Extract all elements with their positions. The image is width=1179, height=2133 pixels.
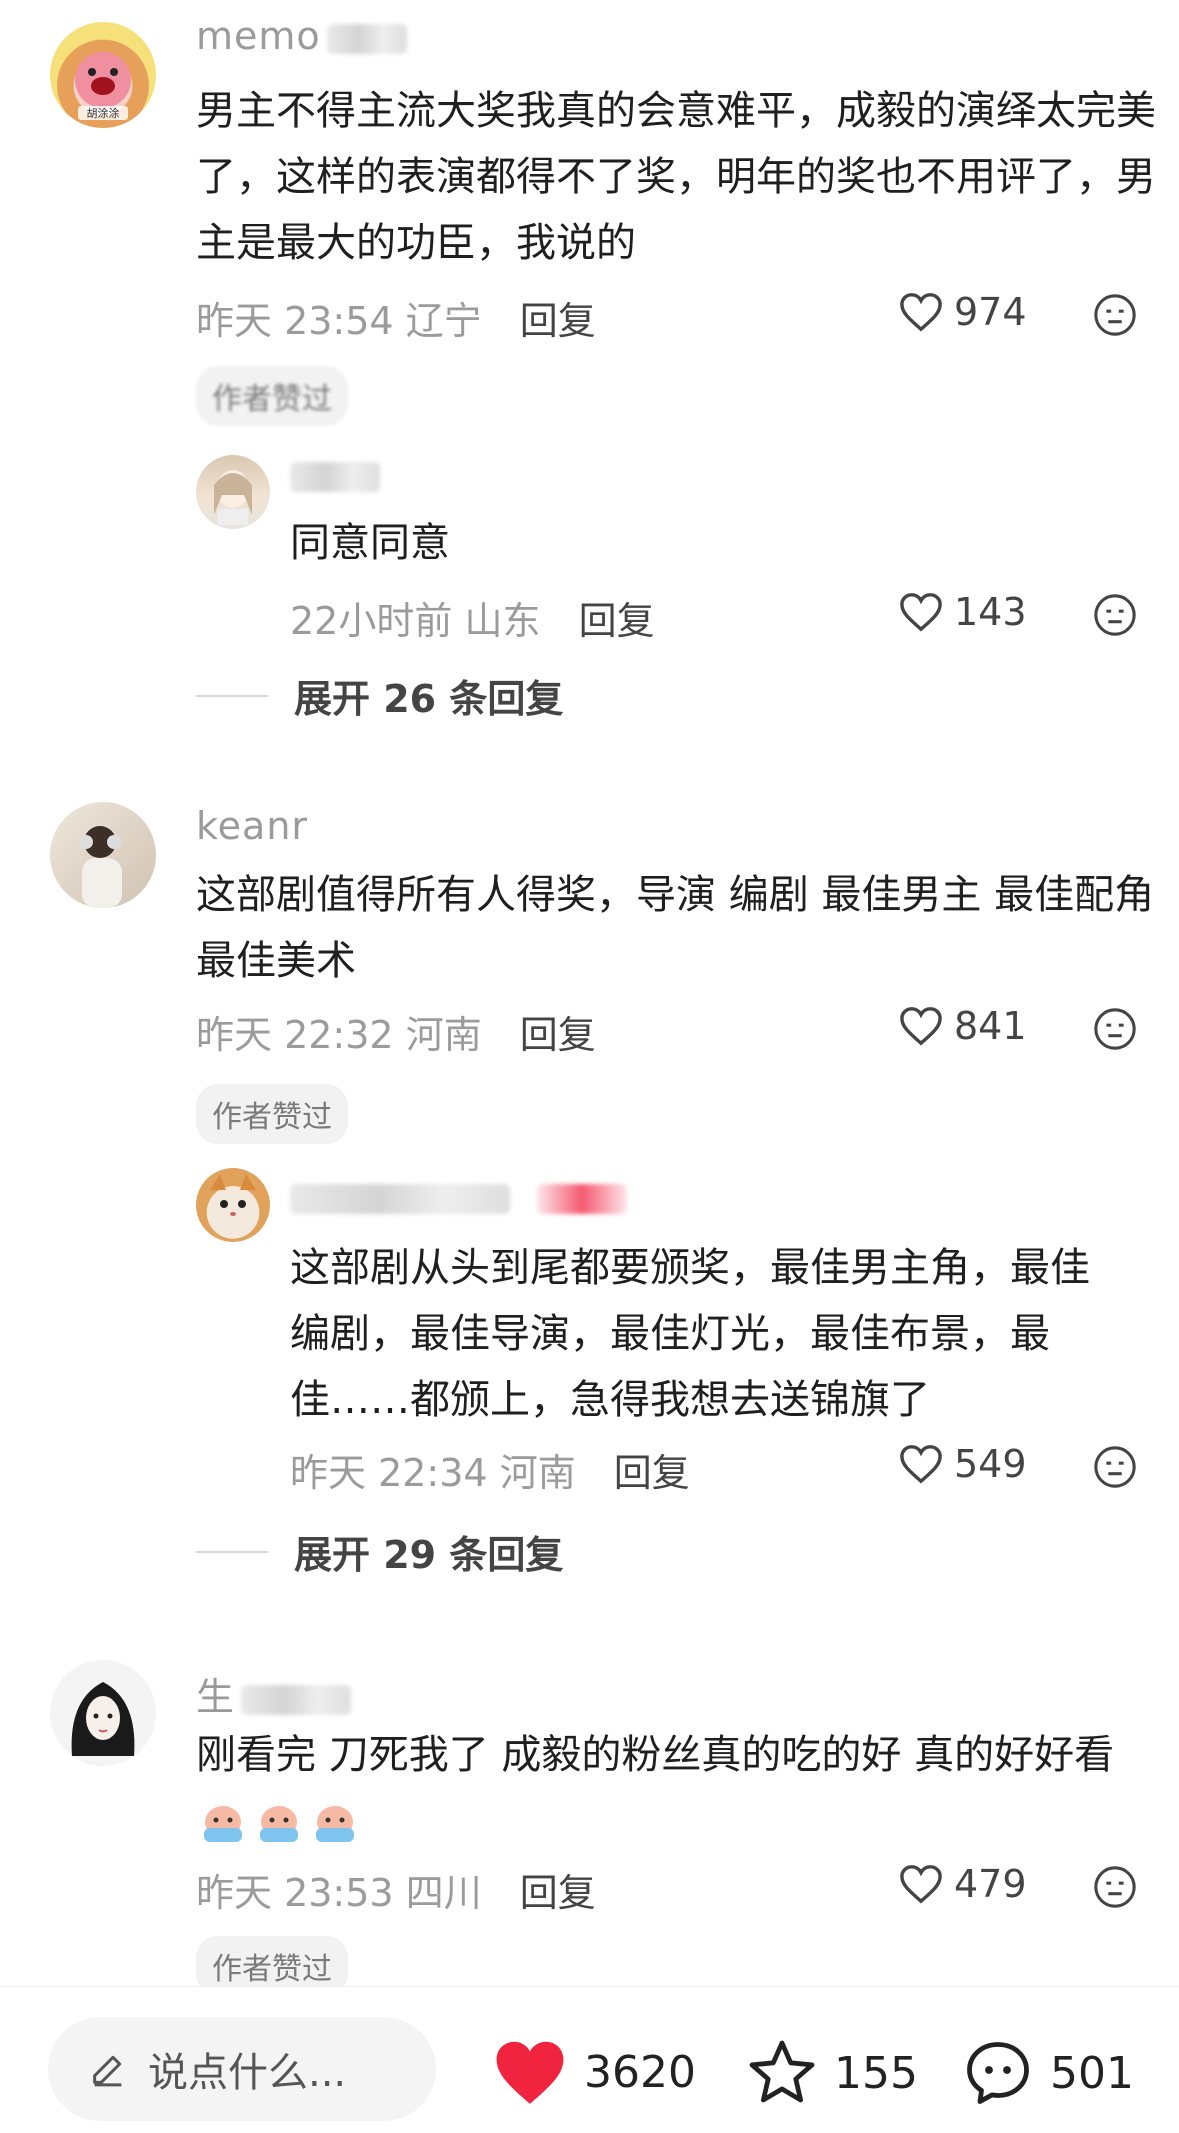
comments-button[interactable]: 501 — [960, 2037, 1134, 2109]
blurred-badge — [537, 1183, 628, 1214]
username[interactable]: 生 — [196, 1666, 352, 1721]
username[interactable]: memo — [196, 14, 407, 58]
username-text: memo — [196, 14, 321, 58]
like-button[interactable]: 841 — [898, 1004, 1027, 1048]
reply-button[interactable]: 回复 — [614, 1451, 690, 1495]
like-button[interactable]: 974 — [898, 290, 1027, 334]
comment-text: 刚看完 刀死我了 成毅的粉丝真的吃的好 真的好好看 — [196, 1722, 1156, 1854]
reply-button[interactable]: 回复 — [520, 299, 596, 343]
crying-sticker-icon — [260, 1806, 298, 1842]
reply-text: 同意同意 — [290, 520, 450, 566]
author-liked-badge: 作者赞过 — [196, 1084, 348, 1144]
comment-meta: 昨天 23:53 四川 回复 — [196, 1862, 596, 1917]
cartoon-avatar-icon: 胡涂涂 — [75, 52, 131, 120]
comment-time: 昨天 23:53 — [196, 1871, 394, 1915]
heart-outline-icon — [900, 593, 942, 632]
star-outline-icon — [749, 2040, 815, 2103]
reply-location: 河南 — [499, 1451, 576, 1495]
comment-text: 这部剧值得所有人得奖，导演 编剧 最佳男主 最佳配角 最佳美术 — [196, 872, 1155, 984]
dislike-face-icon[interactable] — [1092, 1444, 1138, 1490]
reply-text: 这部剧从头到尾都要颁奖，最佳男主角，最佳编剧，最佳导演，最佳灯光，最佳布景，最佳… — [290, 1245, 1090, 1423]
comment-meta: 昨天 23:54 辽宁 回复 — [196, 290, 596, 345]
favorite-button[interactable]: 155 — [744, 2037, 918, 2109]
divider — [196, 1550, 268, 1553]
blurred-username — [290, 461, 380, 492]
like-count: 549 — [954, 1442, 1027, 1486]
blurred-username — [290, 1183, 510, 1214]
like-count: 974 — [954, 290, 1027, 334]
author-liked-badge: 作者赞过 — [196, 366, 348, 426]
comment-time: 昨天 23:54 — [196, 299, 394, 343]
avatar[interactable] — [196, 1168, 270, 1242]
chat-bubble-icon — [967, 2042, 1029, 2104]
bottom-action-bar: 说点什么... 3620 155 501 — [0, 1986, 1179, 2133]
comment-count: 501 — [1050, 2047, 1134, 2099]
expand-label: 展开 26 条回复 — [294, 677, 564, 721]
reply-meta: 22小时前 山东 回复 — [290, 590, 655, 645]
avatar[interactable] — [50, 1660, 156, 1766]
heart-outline-icon — [900, 1865, 942, 1904]
expand-replies-button[interactable]: 展开 29 条回复 — [196, 1524, 563, 1579]
crying-sticker-icon — [204, 1806, 242, 1842]
like-count: 143 — [954, 590, 1027, 634]
like-button[interactable]: 143 — [898, 590, 1027, 634]
cat-avatar-icon — [210, 1174, 256, 1216]
heart-outline-icon — [900, 1445, 942, 1484]
reply-meta: 昨天 22:34 河南 回复 — [290, 1442, 690, 1497]
username[interactable]: keanr — [196, 804, 308, 848]
crying-face-sticker-icon — [196, 1798, 364, 1844]
reply-time: 22小时前 — [290, 599, 453, 643]
avatar[interactable] — [196, 455, 270, 529]
pencil-icon — [93, 2055, 122, 2087]
username[interactable] — [290, 452, 380, 496]
heart-outline-icon — [900, 1007, 942, 1046]
blurred-username — [241, 1684, 352, 1715]
like-count: 479 — [954, 1862, 1027, 1906]
dislike-face-icon[interactable] — [1092, 1864, 1138, 1910]
heart-filled-icon — [496, 2041, 564, 2104]
comment-time: 昨天 22:32 — [196, 1013, 394, 1057]
comment-input[interactable]: 说点什么... — [48, 2017, 436, 2121]
favorite-count: 155 — [834, 2047, 918, 2099]
like-post-button[interactable]: 3620 — [490, 2037, 696, 2107]
anime-girl-avatar-icon — [214, 470, 252, 525]
blurred-username — [326, 23, 407, 54]
reply-button[interactable]: 回复 — [520, 1013, 596, 1057]
dislike-face-icon[interactable] — [1092, 592, 1138, 638]
post-like-count: 3620 — [584, 2046, 696, 2098]
comment-input-placeholder: 说点什么... — [148, 2050, 347, 2096]
avatar[interactable]: 胡涂涂 — [50, 22, 156, 128]
username-text: keanr — [196, 804, 309, 848]
comment-location: 四川 — [405, 1871, 482, 1915]
avatar-caption: 胡涂涂 — [87, 106, 120, 120]
divider — [196, 694, 268, 697]
like-button[interactable]: 549 — [898, 1442, 1027, 1486]
photo-avatar-icon — [79, 826, 122, 908]
username[interactable] — [290, 1174, 628, 1218]
reply-location: 山东 — [464, 599, 541, 643]
comment-location: 河南 — [405, 1013, 482, 1057]
comment-meta: 昨天 22:32 河南 回复 — [196, 1004, 596, 1059]
expand-replies-button[interactable]: 展开 26 条回复 — [196, 668, 563, 723]
avatar[interactable] — [50, 802, 156, 908]
like-count: 841 — [954, 1004, 1027, 1048]
crying-sticker-icon — [316, 1806, 354, 1842]
reply-time: 昨天 22:34 — [290, 1451, 488, 1495]
comment-text-content: 刚看完 刀死我了 成毅的粉丝真的吃的好 真的好好看 — [196, 1732, 1115, 1778]
expand-label: 展开 29 条回复 — [294, 1533, 564, 1577]
comment-location: 辽宁 — [405, 299, 482, 343]
reply-button[interactable]: 回复 — [579, 599, 655, 643]
reply-button[interactable]: 回复 — [520, 1871, 596, 1915]
comment-text: 男主不得主流大奖我真的会意难平，成毅的演绎太完美了，这样的表演都得不了奖，明年的… — [196, 88, 1156, 266]
heart-outline-icon — [900, 293, 942, 332]
username-text: 生 — [196, 1675, 236, 1719]
dislike-face-icon[interactable] — [1092, 292, 1138, 338]
like-button[interactable]: 479 — [898, 1862, 1027, 1906]
dislike-face-icon[interactable] — [1092, 1006, 1138, 1052]
illustrated-avatar-icon — [71, 1682, 135, 1756]
